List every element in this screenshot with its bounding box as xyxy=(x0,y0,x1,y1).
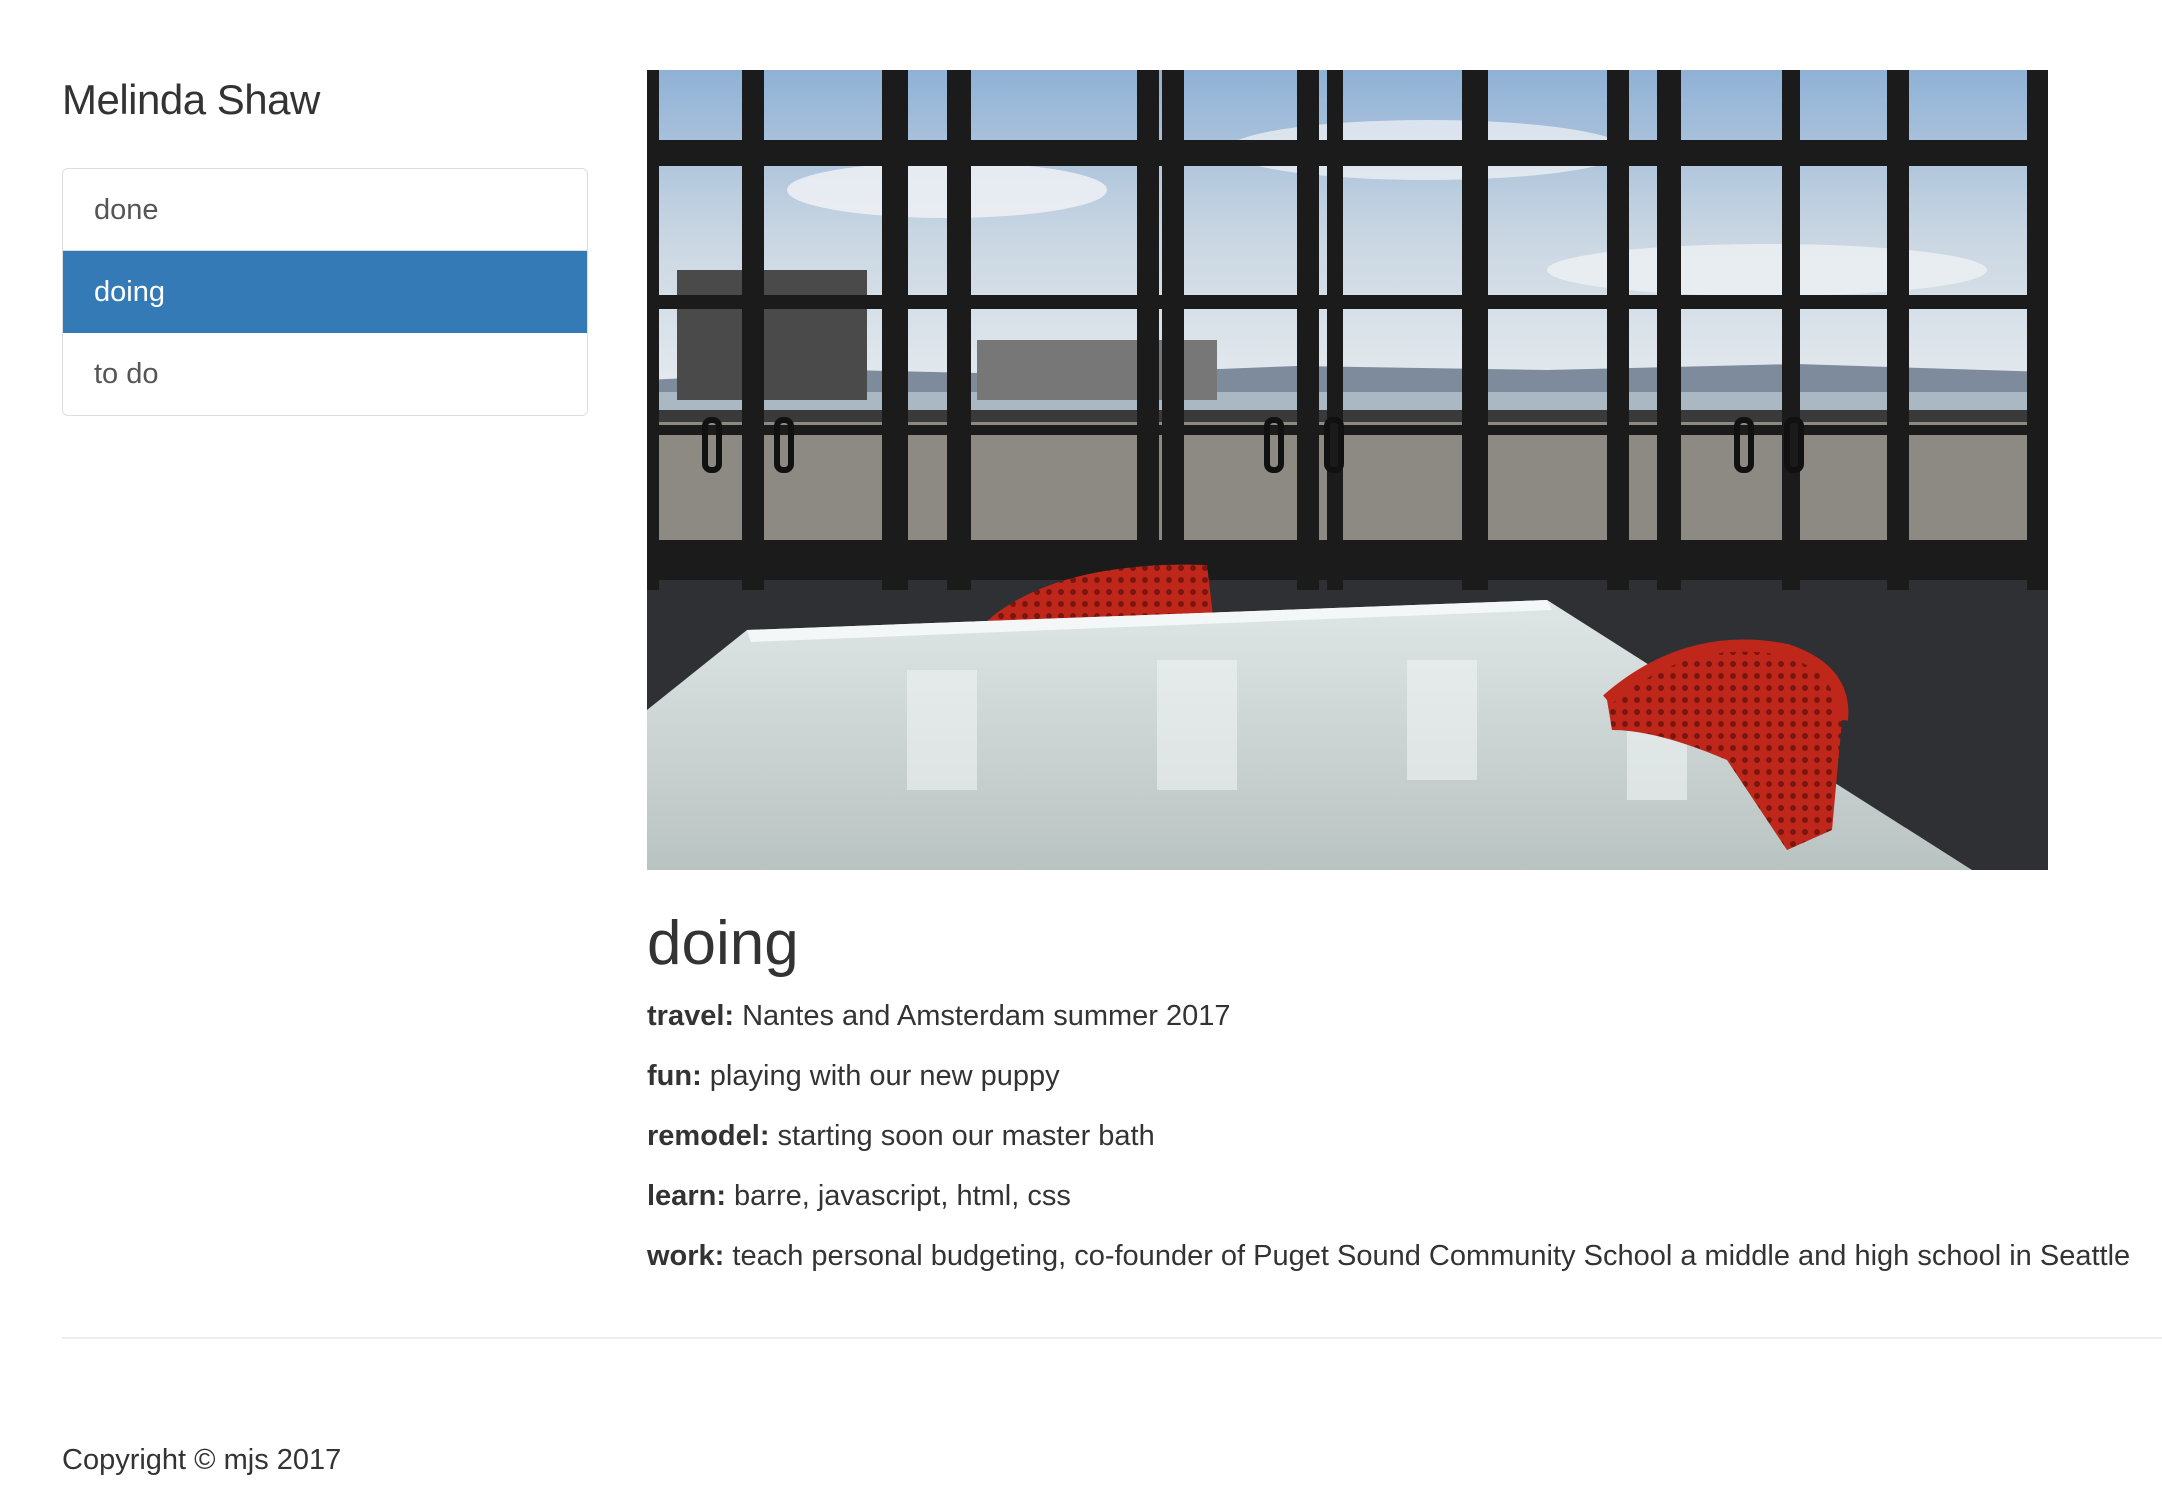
fact-remodel: remodel: starting soon our master bath xyxy=(647,1116,2147,1156)
fact-key: learn: xyxy=(647,1180,726,1212)
footer-copyright: Copyright © mjs 2017 xyxy=(62,1444,342,1476)
fact-travel: travel: Nantes and Amsterdam summer 2017 xyxy=(647,996,2147,1036)
site-title: Melinda Shaw xyxy=(62,76,320,123)
fact-value: barre, javascript, html, css xyxy=(725,1180,1071,1212)
facts-list: travel: Nantes and Amsterdam summer 2017… xyxy=(647,996,2147,1296)
fact-work: work: teach personal budgeting, co-found… xyxy=(647,1236,2147,1276)
fact-fun: fun: playing with our new puppy xyxy=(647,1056,2147,1096)
fact-value: playing with our new puppy xyxy=(701,1060,1060,1092)
fact-key: work: xyxy=(647,1240,725,1272)
fact-value: teach personal budgeting, co-founder of … xyxy=(724,1240,2131,1272)
fact-value: Nantes and Amsterdam summer 2017 xyxy=(734,1000,1231,1032)
fact-key: fun: xyxy=(647,1060,702,1092)
fact-key: remodel: xyxy=(647,1120,770,1152)
sidebar-nav: done doing to do xyxy=(62,168,588,416)
footer-divider xyxy=(62,1337,2162,1339)
fact-key: travel: xyxy=(647,1000,735,1032)
nav-item-done[interactable]: done xyxy=(63,169,587,251)
fact-value: starting soon our master bath xyxy=(769,1120,1155,1152)
nav-item-doing[interactable]: doing xyxy=(63,251,587,333)
section-heading: doing xyxy=(647,909,799,978)
hero-photo xyxy=(647,70,2048,870)
nav-item-to-do[interactable]: to do xyxy=(63,333,587,415)
fact-learn: learn: barre, javascript, html, css xyxy=(647,1176,2147,1216)
